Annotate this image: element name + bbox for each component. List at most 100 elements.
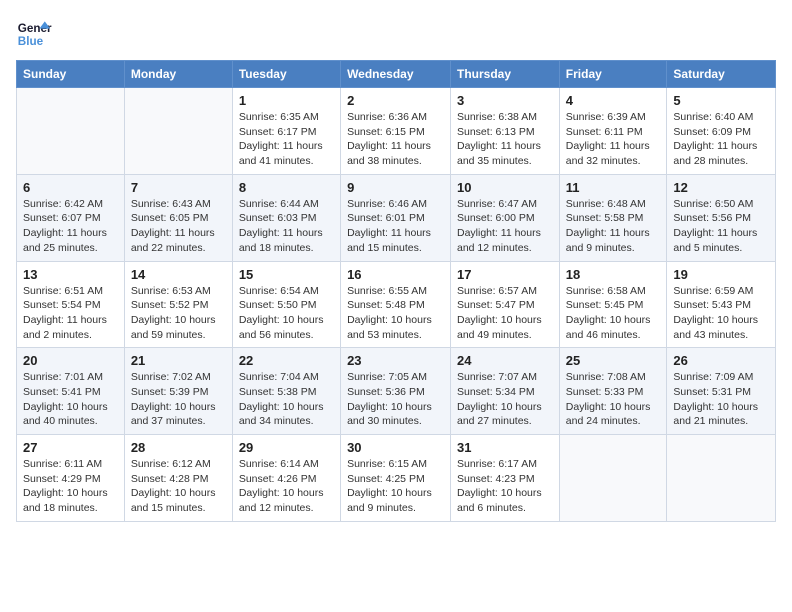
day-detail: Sunrise: 7:09 AMSunset: 5:31 PMDaylight:… (673, 370, 769, 429)
calendar-cell: 19 Sunrise: 6:59 AMSunset: 5:43 PMDayligh… (667, 261, 776, 348)
calendar-cell: 5Sunrise: 6:40 AMSunset: 6:09 PMDaylight… (667, 88, 776, 175)
calendar-cell: 30Sunrise: 6:15 AMSunset: 4:25 PMDayligh… (341, 435, 451, 522)
day-detail: Sunrise: 6:42 AMSunset: 6:07 PMDaylight:… (23, 197, 118, 256)
logo-icon: General Blue (16, 16, 52, 52)
calendar-cell: 1 Sunrise: 6:35 AMSunset: 6:17 PMDaylight… (232, 88, 340, 175)
svg-text:Blue: Blue (18, 35, 44, 48)
day-number: 13 (23, 267, 118, 282)
day-number: 20 (23, 353, 118, 368)
day-detail: Sunrise: 6:55 AMSunset: 5:48 PMDaylight:… (347, 284, 444, 343)
logo: General Blue (16, 16, 52, 52)
week-row-1: 1 Sunrise: 6:35 AMSunset: 6:17 PMDaylight… (17, 88, 776, 175)
header-row: SundayMondayTuesdayWednesdayThursdayFrid… (17, 61, 776, 88)
week-row-3: 13 Sunrise: 6:51 AMSunset: 5:54 PMDayligh… (17, 261, 776, 348)
calendar-cell: 14 Sunrise: 6:53 AMSunset: 5:52 PMDayligh… (124, 261, 232, 348)
day-number: 25 (566, 353, 661, 368)
col-header-monday: Monday (124, 61, 232, 88)
day-detail: Sunrise: 7:05 AMSunset: 5:36 PMDaylight:… (347, 370, 444, 429)
calendar-cell: 16 Sunrise: 6:55 AMSunset: 5:48 PMDayligh… (341, 261, 451, 348)
col-header-sunday: Sunday (17, 61, 125, 88)
day-detail: Sunrise: 6:51 AMSunset: 5:54 PMDaylight:… (23, 284, 118, 343)
day-detail: Sunrise: 6:50 AMSunset: 5:56 PMDaylight:… (673, 197, 769, 256)
calendar-cell: 17 Sunrise: 6:57 AMSunset: 5:47 PMDayligh… (451, 261, 560, 348)
day-detail: Sunrise: 6:54 AMSunset: 5:50 PMDaylight:… (239, 284, 334, 343)
day-detail: Sunrise: 6:44 AMSunset: 6:03 PMDaylight:… (239, 197, 334, 256)
day-detail: Sunrise: 6:57 AMSunset: 5:47 PMDaylight:… (457, 284, 553, 343)
day-number: 16 (347, 267, 444, 282)
day-detail: Sunrise: 6:15 AMSunset: 4:25 PMDaylight:… (347, 457, 444, 516)
day-number: 10 (457, 180, 553, 195)
calendar-cell (17, 88, 125, 175)
calendar-cell: 25 Sunrise: 7:08 AMSunset: 5:33 PMDayligh… (559, 348, 667, 435)
day-number: 23 (347, 353, 444, 368)
col-header-thursday: Thursday (451, 61, 560, 88)
calendar-cell (667, 435, 776, 522)
day-number: 9 (347, 180, 444, 195)
calendar-cell: 3 Sunrise: 6:38 AMSunset: 6:13 PMDaylight… (451, 88, 560, 175)
day-detail: Sunrise: 6:58 AMSunset: 5:45 PMDaylight:… (566, 284, 661, 343)
day-number: 26 (673, 353, 769, 368)
day-number: 27 (23, 440, 118, 455)
calendar-cell (124, 88, 232, 175)
day-detail: Sunrise: 7:07 AMSunset: 5:34 PMDaylight:… (457, 370, 553, 429)
svg-text:General: General (18, 22, 52, 35)
calendar-cell: 15 Sunrise: 6:54 AMSunset: 5:50 PMDayligh… (232, 261, 340, 348)
calendar-cell: 4Sunrise: 6:39 AMSunset: 6:11 PMDaylight… (559, 88, 667, 175)
day-number: 14 (131, 267, 226, 282)
calendar-cell: 26 Sunrise: 7:09 AMSunset: 5:31 PMDayligh… (667, 348, 776, 435)
day-number: 2 (347, 93, 444, 108)
day-detail: Sunrise: 7:01 AMSunset: 5:41 PMDaylight:… (23, 370, 118, 429)
calendar-cell: 2 Sunrise: 6:36 AMSunset: 6:15 PMDaylight… (341, 88, 451, 175)
day-number: 11 (566, 180, 661, 195)
calendar-table: SundayMondayTuesdayWednesdayThursdayFrid… (16, 60, 776, 522)
day-detail: Sunrise: 6:11 AMSunset: 4:29 PMDaylight:… (23, 457, 118, 516)
day-number: 22 (239, 353, 334, 368)
calendar-cell: 24 Sunrise: 7:07 AMSunset: 5:34 PMDayligh… (451, 348, 560, 435)
day-number: 31 (457, 440, 553, 455)
day-number: 4 (566, 93, 661, 108)
calendar-cell: 6 Sunrise: 6:42 AMSunset: 6:07 PMDaylight… (17, 174, 125, 261)
day-number: 21 (131, 353, 226, 368)
day-detail: Sunrise: 7:02 AMSunset: 5:39 PMDaylight:… (131, 370, 226, 429)
day-detail: Sunrise: 6:59 AMSunset: 5:43 PMDaylight:… (673, 284, 769, 343)
day-detail: Sunrise: 7:08 AMSunset: 5:33 PMDaylight:… (566, 370, 661, 429)
day-detail: Sunrise: 6:53 AMSunset: 5:52 PMDaylight:… (131, 284, 226, 343)
day-detail: Sunrise: 6:17 AMSunset: 4:23 PMDaylight:… (457, 457, 553, 516)
day-number: 19 (673, 267, 769, 282)
day-number: 28 (131, 440, 226, 455)
col-header-wednesday: Wednesday (341, 61, 451, 88)
calendar-cell: 11Sunrise: 6:48 AMSunset: 5:58 PMDayligh… (559, 174, 667, 261)
calendar-cell: 8Sunrise: 6:44 AMSunset: 6:03 PMDaylight… (232, 174, 340, 261)
day-detail: Sunrise: 6:38 AMSunset: 6:13 PMDaylight:… (457, 110, 553, 169)
day-number: 1 (239, 93, 334, 108)
calendar-cell: 20 Sunrise: 7:01 AMSunset: 5:41 PMDayligh… (17, 348, 125, 435)
calendar-cell: 9 Sunrise: 6:46 AMSunset: 6:01 PMDaylight… (341, 174, 451, 261)
day-detail: Sunrise: 6:35 AMSunset: 6:17 PMDaylight:… (239, 110, 334, 169)
day-number: 3 (457, 93, 553, 108)
day-detail: Sunrise: 6:12 AMSunset: 4:28 PMDaylight:… (131, 457, 226, 516)
day-number: 18 (566, 267, 661, 282)
day-detail: Sunrise: 6:46 AMSunset: 6:01 PMDaylight:… (347, 197, 444, 256)
calendar-cell: 22Sunrise: 7:04 AMSunset: 5:38 PMDayligh… (232, 348, 340, 435)
day-detail: Sunrise: 6:47 AMSunset: 6:00 PMDaylight:… (457, 197, 553, 256)
calendar-cell: 18 Sunrise: 6:58 AMSunset: 5:45 PMDayligh… (559, 261, 667, 348)
week-row-2: 6 Sunrise: 6:42 AMSunset: 6:07 PMDaylight… (17, 174, 776, 261)
day-detail: Sunrise: 6:40 AMSunset: 6:09 PMDaylight:… (673, 110, 769, 169)
calendar-cell: 28 Sunrise: 6:12 AMSunset: 4:28 PMDayligh… (124, 435, 232, 522)
day-number: 15 (239, 267, 334, 282)
day-number: 12 (673, 180, 769, 195)
week-row-4: 20 Sunrise: 7:01 AMSunset: 5:41 PMDayligh… (17, 348, 776, 435)
day-number: 17 (457, 267, 553, 282)
calendar-cell: 29Sunrise: 6:14 AMSunset: 4:26 PMDayligh… (232, 435, 340, 522)
col-header-tuesday: Tuesday (232, 61, 340, 88)
day-number: 24 (457, 353, 553, 368)
day-detail: Sunrise: 6:14 AMSunset: 4:26 PMDaylight:… (239, 457, 334, 516)
calendar-cell: 12 Sunrise: 6:50 AMSunset: 5:56 PMDayligh… (667, 174, 776, 261)
calendar-cell (559, 435, 667, 522)
col-header-saturday: Saturday (667, 61, 776, 88)
day-detail: Sunrise: 6:36 AMSunset: 6:15 PMDaylight:… (347, 110, 444, 169)
day-number: 7 (131, 180, 226, 195)
calendar-cell: 27 Sunrise: 6:11 AMSunset: 4:29 PMDayligh… (17, 435, 125, 522)
day-detail: Sunrise: 6:43 AMSunset: 6:05 PMDaylight:… (131, 197, 226, 256)
day-number: 6 (23, 180, 118, 195)
